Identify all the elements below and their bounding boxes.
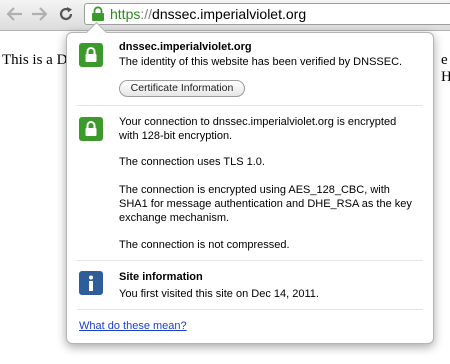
- arrow-right-icon: [32, 7, 47, 21]
- connection-encryption-line2: with 128-bit encryption.: [119, 130, 233, 142]
- address-bar[interactable]: https://dnssec.imperialviolet.org: [84, 3, 450, 25]
- connection-cipher-line2: SHA1 for message authentication and DHE_…: [119, 198, 412, 210]
- identity-title: dnssec.imperialviolet.org: [119, 41, 252, 53]
- identity-lock-icon: [79, 43, 103, 67]
- connection-cipher-line1: The connection is encrypted using AES_12…: [119, 184, 390, 196]
- lock-icon[interactable]: [91, 6, 105, 22]
- reload-icon: [59, 7, 73, 21]
- info-icon: [79, 271, 103, 295]
- what-do-these-mean-link[interactable]: What do these mean?: [79, 320, 187, 332]
- arrow-left-icon: [7, 7, 22, 21]
- connection-cipher-line3: exchange mechanism.: [119, 212, 230, 224]
- url-host: dnssec.imperialviolet.org: [152, 6, 307, 22]
- connection-encryption-line1: Your connection to dnssec.imperialviolet…: [119, 116, 397, 128]
- site-info-title: Site information: [119, 271, 203, 283]
- url-scheme: https: [110, 6, 141, 22]
- browser-toolbar: https://dnssec.imperialviolet.org: [0, 0, 450, 31]
- divider: [77, 309, 423, 310]
- back-button[interactable]: [5, 4, 25, 24]
- url-separator: ://: [140, 6, 153, 22]
- url-text[interactable]: https://dnssec.imperialviolet.org: [110, 6, 306, 22]
- site-info-description: You first visited this site on Dec 14, 2…: [119, 288, 319, 300]
- connection-tls-text: The connection uses TLS 1.0.: [119, 156, 265, 168]
- connection-compression-text: The connection is not compressed.: [119, 239, 290, 251]
- connection-lock-icon: [79, 117, 103, 141]
- divider: [77, 105, 423, 106]
- security-info-popup: dnssec.imperialviolet.org The identity o…: [66, 21, 434, 344]
- page-body-text-right: e H: [441, 52, 450, 85]
- certificate-information-button[interactable]: Certificate Information: [119, 80, 245, 97]
- forward-button[interactable]: [29, 4, 49, 24]
- identity-description: The identity of this website has been ve…: [119, 56, 403, 68]
- divider: [77, 260, 423, 261]
- reload-button[interactable]: [56, 4, 76, 24]
- page-body-text: This is a D: [2, 52, 68, 68]
